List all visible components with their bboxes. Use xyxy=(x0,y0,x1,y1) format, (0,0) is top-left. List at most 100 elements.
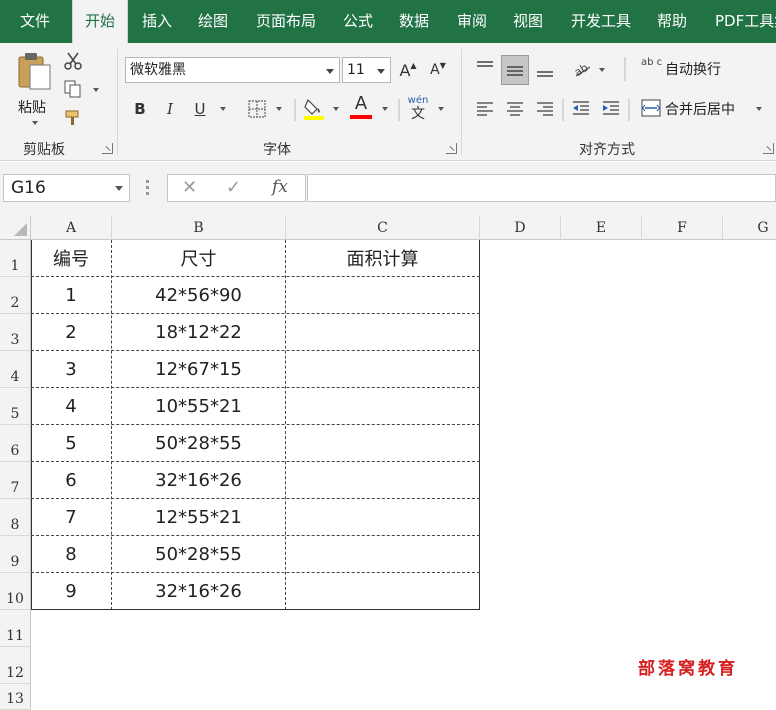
copy-button[interactable] xyxy=(60,77,86,101)
table-cell[interactable] xyxy=(286,462,479,498)
table-cell[interactable]: 1 xyxy=(31,277,111,313)
table-cell[interactable]: 50*28*55 xyxy=(112,425,285,461)
row-header-1[interactable]: 1 xyxy=(0,240,31,277)
format-painter-button[interactable] xyxy=(60,106,86,130)
row-header-11[interactable]: 11 xyxy=(0,610,31,647)
align-left-button[interactable] xyxy=(473,95,497,121)
align-center-button[interactable] xyxy=(503,95,527,121)
tab-review[interactable]: 审阅 xyxy=(457,0,487,43)
row-header-3[interactable]: 3 xyxy=(0,314,31,351)
insert-function-icon[interactable]: fx xyxy=(272,177,288,197)
merge-center-button[interactable]: 合并后居中 xyxy=(639,95,765,123)
table-cell[interactable]: 12*67*15 xyxy=(112,351,285,387)
column-header-d[interactable]: D xyxy=(480,216,561,240)
font-size-combo[interactable]: 11 xyxy=(342,57,391,83)
table-cell[interactable]: 18*12*22 xyxy=(112,314,285,350)
align-right-button[interactable] xyxy=(533,95,557,121)
tab-pdf-tools[interactable]: PDF工具集 xyxy=(715,0,776,43)
font-name-combo[interactable]: 微软雅黑 xyxy=(125,57,340,83)
font-color-button[interactable]: A xyxy=(349,93,373,121)
column-header-b[interactable]: B xyxy=(112,216,286,240)
tab-view[interactable]: 视图 xyxy=(513,0,543,43)
table-cell[interactable]: 4 xyxy=(31,388,111,424)
orientation-button[interactable]: ab xyxy=(570,57,596,81)
table-cell[interactable]: 7 xyxy=(31,499,111,535)
table-cell[interactable] xyxy=(286,277,479,313)
cancel-icon[interactable]: ✕ xyxy=(182,177,197,198)
formula-bar-grip-icon[interactable] xyxy=(146,180,150,196)
chevron-down-icon[interactable] xyxy=(93,88,99,92)
row-header-10[interactable]: 10 xyxy=(0,573,31,610)
borders-button[interactable] xyxy=(246,97,268,121)
cut-button[interactable] xyxy=(60,49,86,73)
table-cell[interactable]: 3 xyxy=(31,351,111,387)
decrease-indent-button[interactable] xyxy=(569,95,593,121)
column-header-g[interactable]: G xyxy=(723,216,776,240)
tab-help[interactable]: 帮助 xyxy=(657,0,687,43)
table-cell[interactable] xyxy=(286,388,479,424)
italic-button[interactable]: I xyxy=(159,97,181,121)
table-cell[interactable]: 10*55*21 xyxy=(112,388,285,424)
decrease-font-size-button[interactable]: A ▼ xyxy=(427,59,449,81)
header-cell-area[interactable]: 面积计算 xyxy=(286,240,479,276)
tab-formulas[interactable]: 公式 xyxy=(343,0,373,43)
increase-indent-button[interactable] xyxy=(599,95,623,121)
table-cell[interactable] xyxy=(286,499,479,535)
row-header-13[interactable]: 13 xyxy=(0,684,31,710)
dialog-launcher-icon[interactable] xyxy=(446,143,457,154)
tab-file[interactable]: 文件 xyxy=(20,0,50,43)
dialog-launcher-icon[interactable] xyxy=(763,143,774,154)
chevron-down-icon[interactable] xyxy=(220,107,226,111)
column-header-a[interactable]: A xyxy=(31,216,112,240)
fill-color-button[interactable] xyxy=(302,95,326,121)
table-cell[interactable]: 6 xyxy=(31,462,111,498)
phonetic-guide-button[interactable]: wén 文 xyxy=(405,93,431,123)
name-box[interactable]: G16 xyxy=(3,174,130,202)
table-cell[interactable] xyxy=(286,425,479,461)
tab-insert[interactable]: 插入 xyxy=(142,0,172,43)
table-cell[interactable]: 32*16*26 xyxy=(112,573,285,609)
increase-font-size-button[interactable]: A ▲ xyxy=(397,59,419,81)
select-all-button[interactable] xyxy=(0,216,31,240)
table-cell[interactable] xyxy=(286,351,479,387)
table-cell[interactable]: 8 xyxy=(31,536,111,572)
chevron-down-icon[interactable] xyxy=(599,68,605,72)
table-cell[interactable] xyxy=(286,536,479,572)
tab-page-layout[interactable]: 页面布局 xyxy=(256,0,316,43)
row-header-2[interactable]: 2 xyxy=(0,277,31,314)
table-cell[interactable]: 50*28*55 xyxy=(112,536,285,572)
table-cell[interactable] xyxy=(286,573,479,609)
chevron-down-icon[interactable] xyxy=(333,107,339,111)
table-cell[interactable]: 32*16*26 xyxy=(112,462,285,498)
row-header-5[interactable]: 5 xyxy=(0,388,31,425)
formula-input[interactable] xyxy=(307,174,776,202)
align-middle-button[interactable] xyxy=(501,55,529,85)
table-cell[interactable]: 12*55*21 xyxy=(112,499,285,535)
underline-button[interactable]: U xyxy=(189,97,211,121)
tab-developer[interactable]: 开发工具 xyxy=(571,0,631,43)
align-top-button[interactable] xyxy=(473,55,497,81)
column-header-f[interactable]: F xyxy=(642,216,723,240)
row-header-8[interactable]: 8 xyxy=(0,499,31,536)
tab-home[interactable]: 开始 xyxy=(72,0,128,44)
header-cell-id[interactable]: 编号 xyxy=(31,240,111,276)
table-cell[interactable]: 5 xyxy=(31,425,111,461)
table-cell[interactable]: 9 xyxy=(31,573,111,609)
column-header-e[interactable]: E xyxy=(561,216,642,240)
table-cell[interactable] xyxy=(286,314,479,350)
chevron-down-icon[interactable] xyxy=(382,107,388,111)
row-header-9[interactable]: 9 xyxy=(0,536,31,573)
row-header-6[interactable]: 6 xyxy=(0,425,31,462)
dialog-launcher-icon[interactable] xyxy=(102,143,113,154)
bold-button[interactable]: B xyxy=(129,97,151,121)
row-header-7[interactable]: 7 xyxy=(0,462,31,499)
tab-data[interactable]: 数据 xyxy=(399,0,429,43)
paste-button[interactable]: 粘贴 xyxy=(10,49,56,129)
column-header-c[interactable]: C xyxy=(286,216,480,240)
align-bottom-button[interactable] xyxy=(533,57,557,83)
confirm-icon[interactable]: ✓ xyxy=(226,177,241,198)
chevron-down-icon[interactable] xyxy=(276,107,282,111)
row-header-4[interactable]: 4 xyxy=(0,351,31,388)
wrap-text-button[interactable]: ab c 自动换行 xyxy=(639,55,739,83)
table-cell[interactable]: 2 xyxy=(31,314,111,350)
